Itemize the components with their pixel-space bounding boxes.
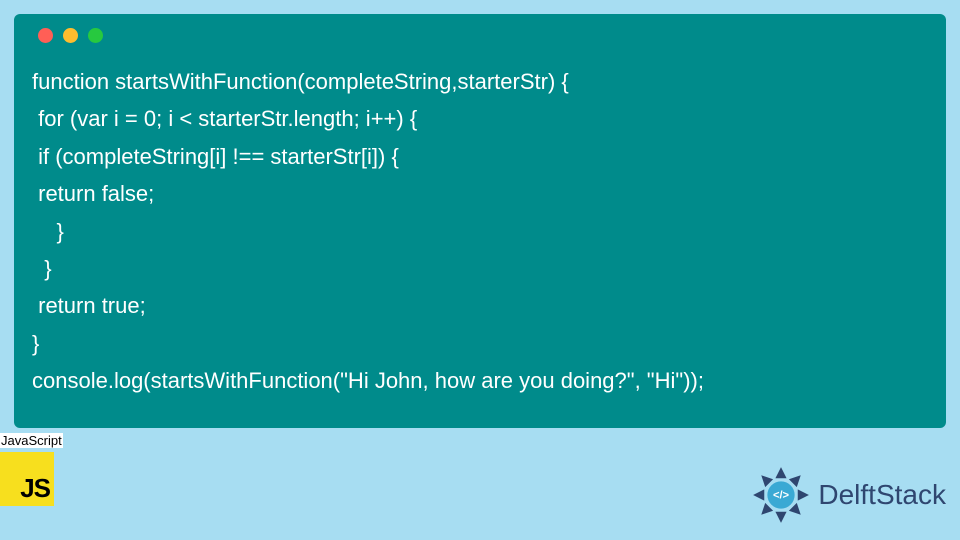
code-line: return true; xyxy=(32,293,146,318)
code-line: if (completeString[i] !== starterStr[i])… xyxy=(32,144,399,169)
code-line: console.log(startsWithFunction("Hi John,… xyxy=(32,368,704,393)
language-label: JavaScript xyxy=(0,433,63,448)
language-badge: JavaScript JS xyxy=(0,432,70,506)
code-line: } xyxy=(32,219,64,244)
javascript-logo-icon: JS xyxy=(0,452,54,506)
code-window: function startsWithFunction(completeStri… xyxy=(14,14,946,428)
minimize-icon[interactable] xyxy=(63,28,78,43)
code-line: function startsWithFunction(completeStri… xyxy=(32,69,569,94)
brand-name: DelftStack xyxy=(818,479,946,511)
code-block: function startsWithFunction(completeStri… xyxy=(32,63,928,400)
maximize-icon[interactable] xyxy=(88,28,103,43)
code-line: } xyxy=(32,256,52,281)
js-logo-text: JS xyxy=(20,473,54,506)
code-line: for (var i = 0; i < starterStr.length; i… xyxy=(32,106,417,131)
code-line: } xyxy=(32,331,39,356)
brand-logo-icon: </> xyxy=(750,464,812,526)
brand: </> DelftStack xyxy=(750,464,946,526)
code-line: return false; xyxy=(32,181,154,206)
window-controls xyxy=(38,28,928,43)
close-icon[interactable] xyxy=(38,28,53,43)
svg-text:</>: </> xyxy=(773,490,790,502)
